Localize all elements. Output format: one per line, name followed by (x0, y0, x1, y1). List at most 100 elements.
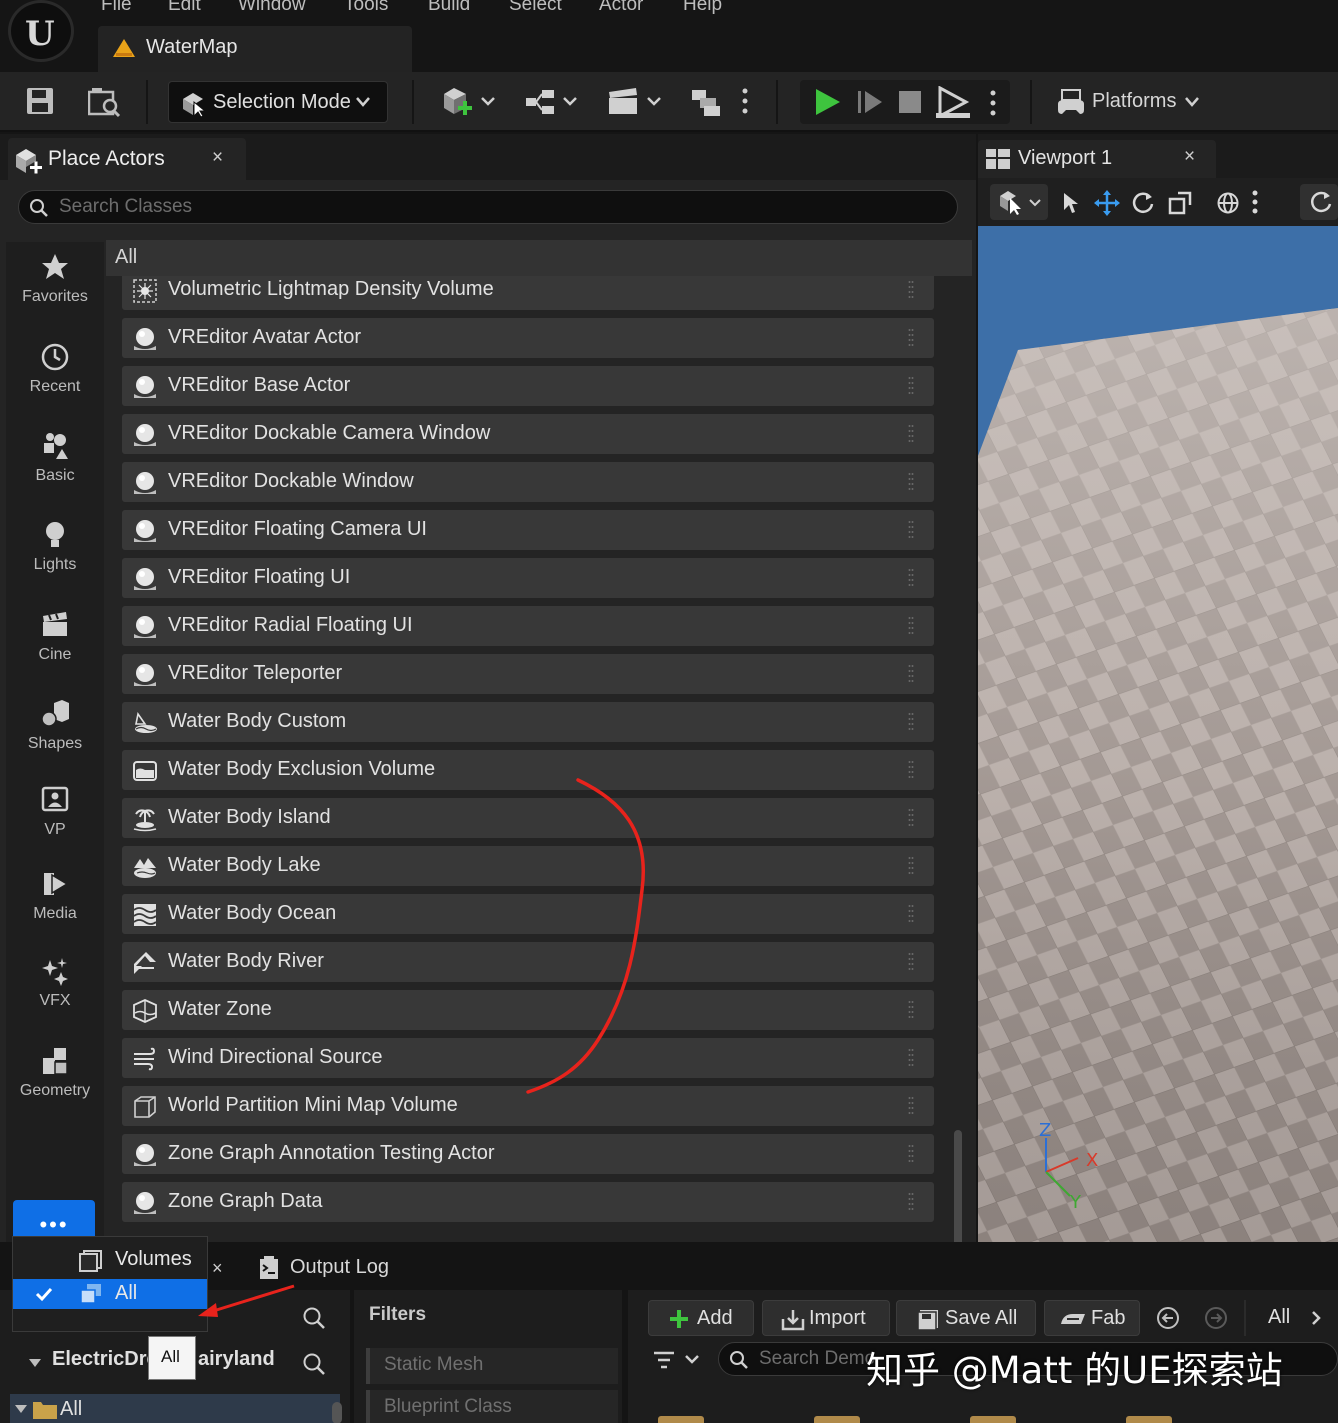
fab-button[interactable]: Fab (1044, 1300, 1140, 1336)
actor-list-item[interactable]: VREditor Base Actor (122, 366, 934, 406)
content-folder-thumb[interactable] (1126, 1416, 1172, 1423)
actor-list-item[interactable]: Volumetric Lightmap Density Volume (122, 276, 934, 310)
project-name-suffix[interactable]: airyland (198, 1348, 275, 1371)
actor-list-item[interactable]: VREditor Dockable Camera Window (122, 414, 934, 454)
search-icon[interactable] (302, 1352, 326, 1376)
translate-icon[interactable] (1094, 190, 1120, 216)
tree-scrollbar[interactable] (332, 1402, 342, 1423)
actor-list-item[interactable]: VREditor Floating Camera UI (122, 510, 934, 550)
cinematics-icon[interactable] (606, 86, 662, 120)
project-name[interactable]: ElectricDre (52, 1348, 158, 1371)
filter-static-mesh[interactable]: Static Mesh (366, 1348, 618, 1384)
drag-handle-icon[interactable] (908, 1048, 914, 1068)
place-actors-tab[interactable]: Place Actors × (8, 138, 246, 180)
add-actor-icon[interactable] (442, 86, 498, 120)
drag-handle-icon[interactable] (908, 808, 914, 828)
viewport-mode-dropdown[interactable] (990, 184, 1048, 220)
drag-handle-icon[interactable] (908, 1144, 914, 1164)
actor-list-item[interactable]: VREditor Dockable Window (122, 462, 934, 502)
add-button[interactable]: Add (648, 1300, 754, 1336)
viewport-scene[interactable]: Z X Y (978, 226, 1338, 1242)
path-all-breadcrumb[interactable]: All (1244, 1300, 1338, 1336)
selection-mode-dropdown[interactable]: Selection Mode (168, 81, 388, 123)
drag-handle-icon[interactable] (908, 520, 914, 540)
import-button[interactable]: Import (762, 1300, 890, 1336)
category-favorites[interactable]: Favorites (6, 252, 104, 332)
content-folder-thumb[interactable] (658, 1416, 704, 1423)
history-forward-icon[interactable] (1204, 1306, 1228, 1330)
close-icon[interactable]: × (212, 1258, 223, 1279)
platforms-dropdown[interactable]: Platforms (1030, 80, 1220, 124)
menu-tools[interactable]: Tools (344, 0, 388, 16)
scale-icon[interactable] (1168, 191, 1192, 215)
play-icon[interactable] (812, 87, 842, 117)
drag-handle-icon[interactable] (908, 904, 914, 924)
category-recent[interactable]: Recent (6, 342, 104, 422)
category-geometry[interactable]: Geometry (6, 1046, 104, 1126)
browse-content-icon[interactable] (88, 86, 122, 118)
tree-row-all[interactable]: All (10, 1394, 340, 1423)
menu-file[interactable]: File (101, 0, 132, 16)
drag-handle-icon[interactable] (908, 1192, 914, 1212)
menu-build[interactable]: Build (428, 0, 470, 16)
menu-edit[interactable]: Edit (168, 0, 201, 16)
world-space-icon[interactable] (1216, 191, 1240, 215)
drag-handle-icon[interactable] (908, 712, 914, 732)
menu-window[interactable]: Window (238, 0, 306, 16)
drag-handle-icon[interactable] (908, 376, 914, 396)
actor-list-item[interactable]: VREditor Radial Floating UI (122, 606, 934, 646)
dropdown-item-all[interactable]: All (13, 1279, 207, 1309)
drag-handle-icon[interactable] (908, 664, 914, 684)
drag-handle-icon[interactable] (908, 616, 914, 636)
stop-icon[interactable] (898, 90, 922, 114)
drag-handle-icon[interactable] (908, 1096, 914, 1116)
menu-select[interactable]: Select (509, 0, 562, 16)
drag-handle-icon[interactable] (908, 952, 914, 972)
viewport-tab[interactable]: Viewport 1 × (978, 140, 1216, 178)
category-vp[interactable]: VP (6, 785, 104, 865)
drag-handle-icon[interactable] (908, 568, 914, 588)
play-options-icon[interactable] (988, 88, 998, 118)
close-icon[interactable]: × (1184, 146, 1195, 168)
category-cine[interactable]: Cine (6, 610, 104, 690)
menu-actor[interactable]: Actor (599, 0, 643, 16)
viewport-options-icon[interactable] (1250, 189, 1260, 215)
actor-list-item[interactable]: VREditor Avatar Actor (122, 318, 934, 358)
search-icon[interactable] (302, 1306, 326, 1330)
category-vfx[interactable]: VFX (6, 956, 104, 1036)
category-lights[interactable]: Lights (6, 520, 104, 600)
rotate-icon[interactable] (1130, 190, 1156, 216)
step-icon[interactable] (856, 88, 884, 116)
content-folder-thumb[interactable] (970, 1416, 1016, 1423)
drag-handle-icon[interactable] (908, 472, 914, 492)
dropdown-item-volumes[interactable]: Volumes (13, 1245, 207, 1275)
actor-list-item[interactable]: Zone Graph Data (122, 1182, 934, 1222)
more-options-icon[interactable] (740, 86, 750, 116)
actor-list-item[interactable]: VREditor Floating UI (122, 558, 934, 598)
save-icon[interactable] (26, 86, 54, 116)
actor-list-item[interactable]: Zone Graph Annotation Testing Actor (122, 1134, 934, 1174)
select-arrow-icon[interactable] (1062, 192, 1080, 214)
triangle-down-icon[interactable] (28, 1358, 42, 1368)
unreal-logo-icon[interactable]: U (8, 0, 74, 62)
eject-icon[interactable] (936, 86, 970, 118)
content-folder-thumb[interactable] (814, 1416, 860, 1423)
drag-handle-icon[interactable] (908, 856, 914, 876)
actor-list-item[interactable]: VREditor Teleporter (122, 654, 934, 694)
drag-handle-icon[interactable] (908, 280, 914, 300)
category-shapes[interactable]: Shapes (6, 699, 104, 779)
filter-list-icon[interactable] (652, 1350, 700, 1370)
drag-handle-icon[interactable] (908, 760, 914, 780)
actor-list-item[interactable]: Water Body Custom (122, 702, 934, 742)
category-media[interactable]: Media (6, 869, 104, 949)
save-all-button[interactable]: Save All (896, 1300, 1036, 1336)
drag-handle-icon[interactable] (908, 424, 914, 444)
output-log-tab[interactable]: Output Log (250, 1250, 450, 1286)
drag-handle-icon[interactable] (908, 1000, 914, 1020)
build-icon[interactable] (690, 86, 724, 120)
snap-rotation-icon[interactable] (1300, 184, 1338, 220)
filter-blueprint-class[interactable]: Blueprint Class (366, 1390, 618, 1423)
category-basic[interactable]: Basic (6, 431, 104, 511)
drag-handle-icon[interactable] (908, 328, 914, 348)
close-icon[interactable]: × (212, 147, 223, 169)
